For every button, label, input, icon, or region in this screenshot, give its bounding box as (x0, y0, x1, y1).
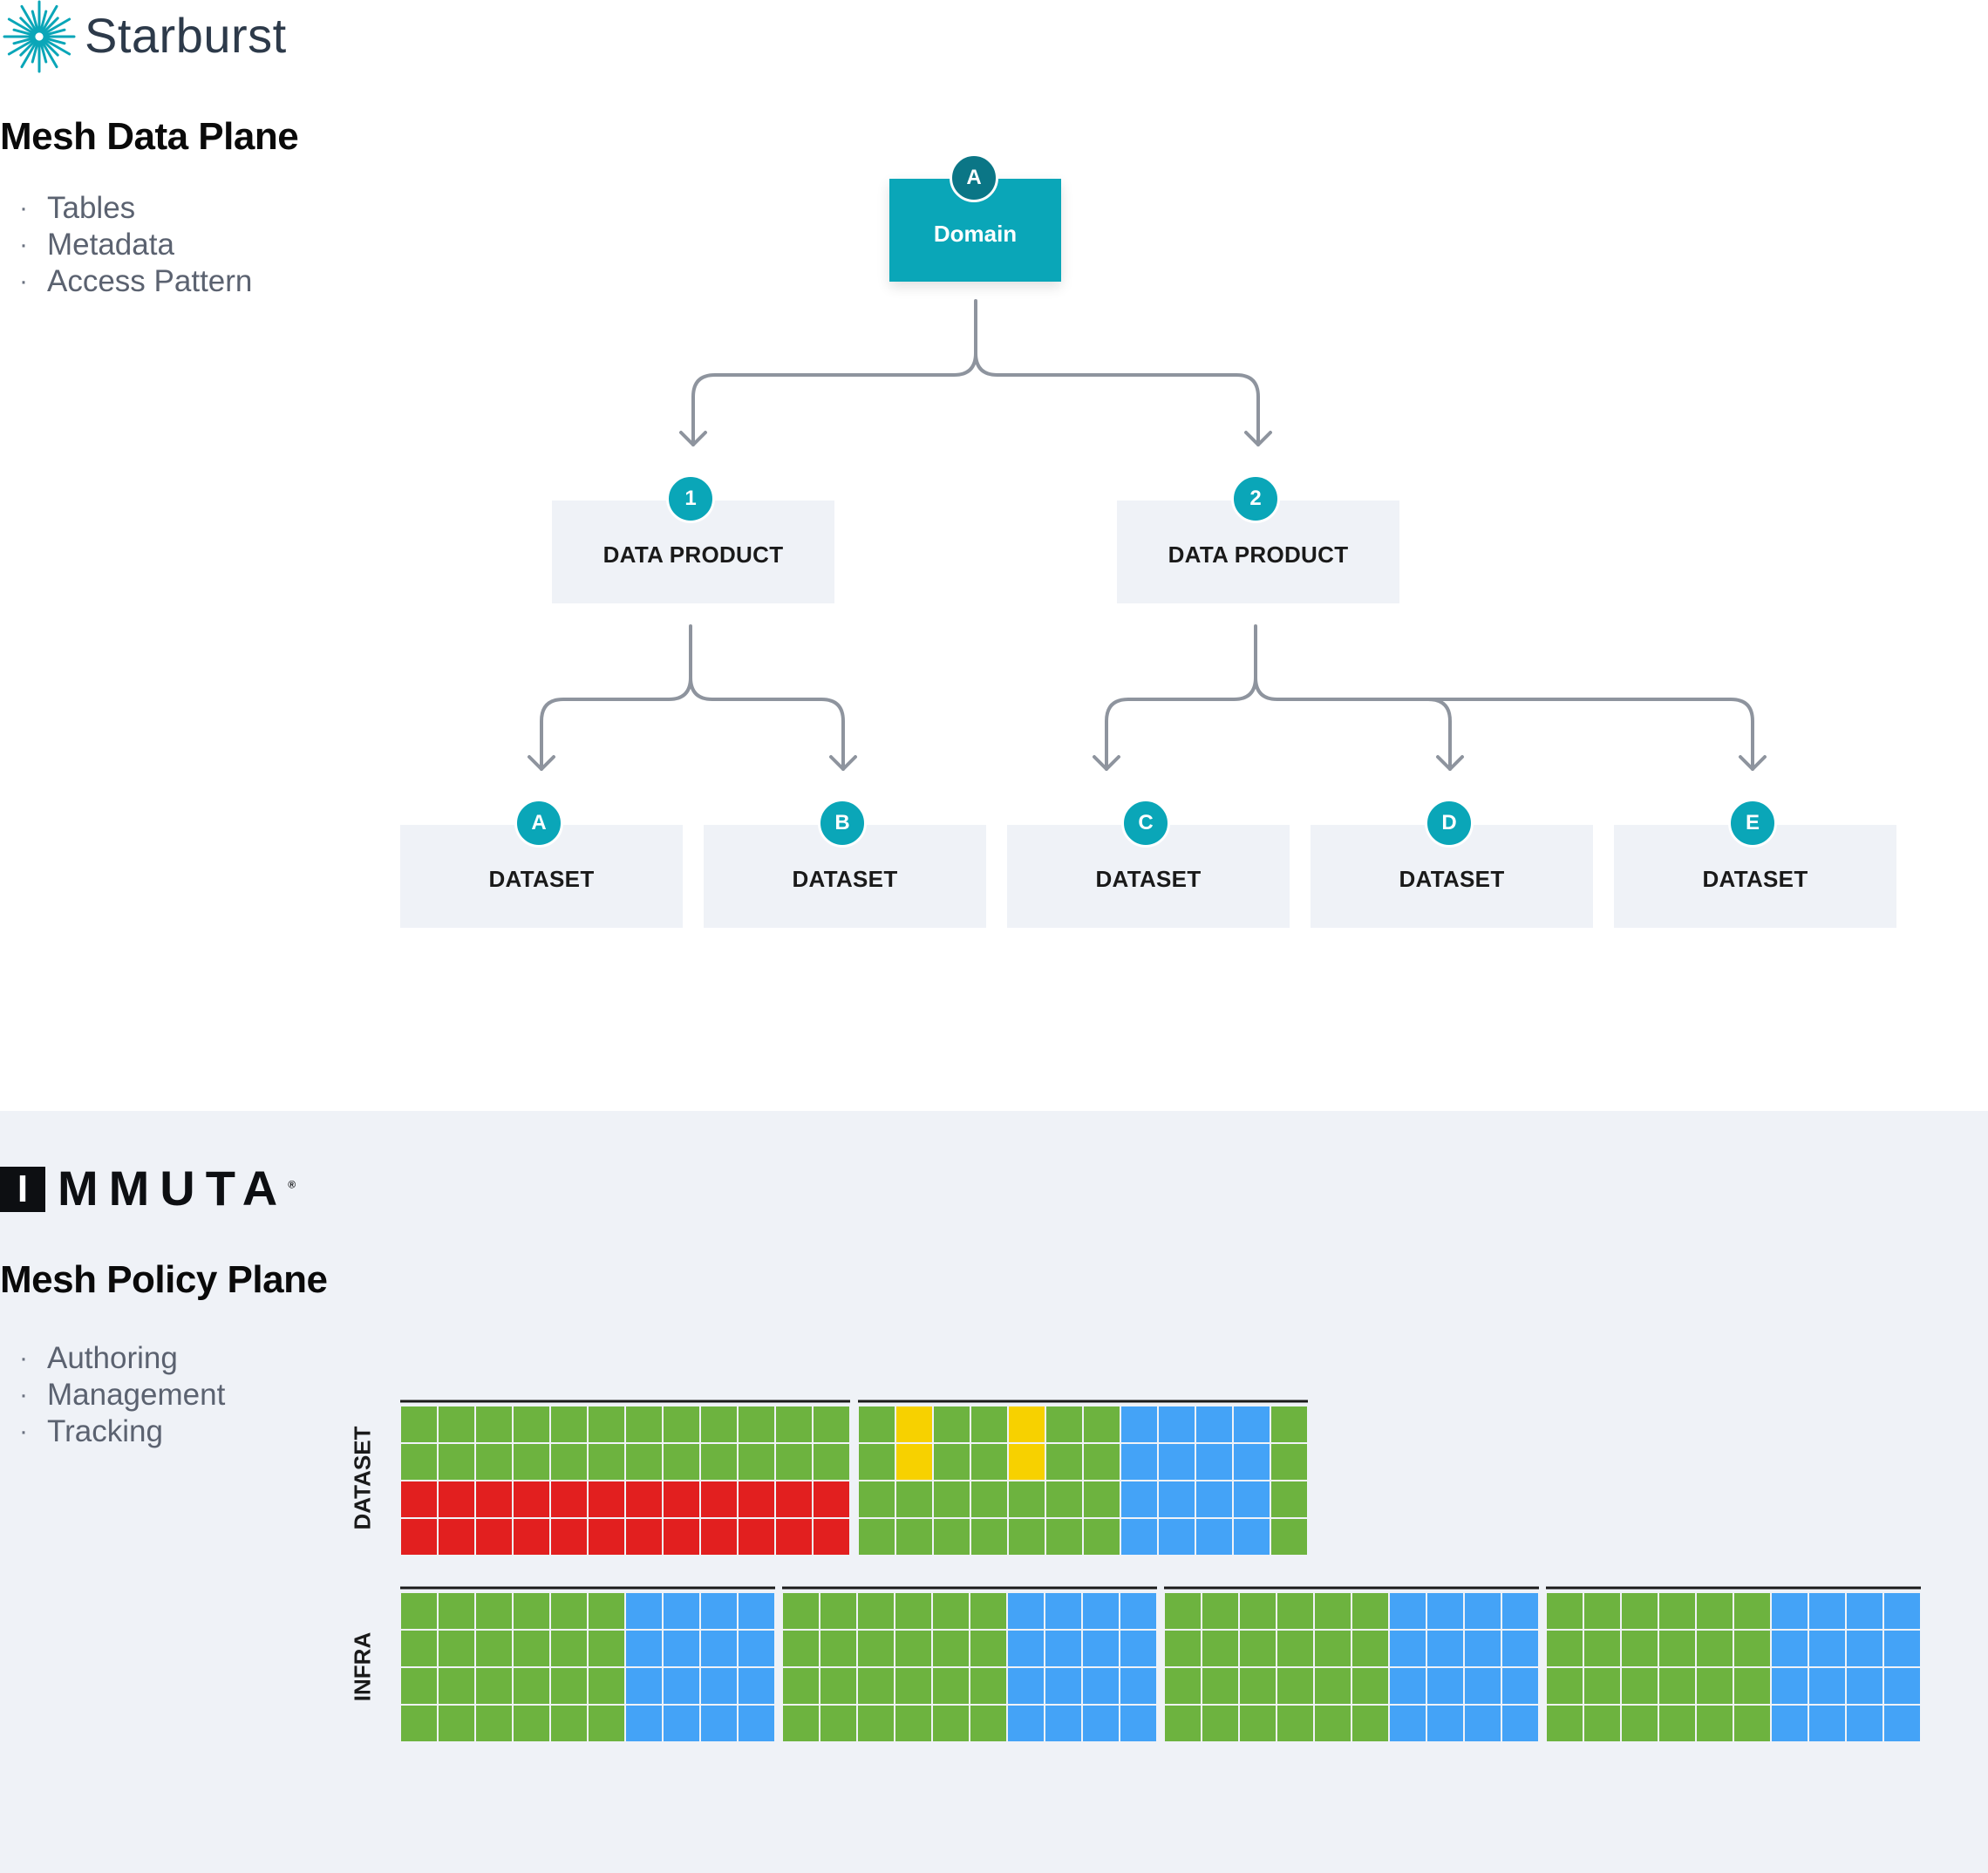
data-plane-bullets: · Tables · Metadata · Access Pattern (0, 190, 252, 300)
bullet-item: · Management (19, 1378, 226, 1412)
bullet-item: · Authoring (19, 1341, 178, 1375)
data-product-badge-1: 1 (666, 474, 715, 523)
data-product-badge-2: 2 (1231, 474, 1280, 523)
dataset-badge-e: E (1728, 799, 1777, 848)
dataset-badge-d: D (1425, 799, 1474, 848)
infra-row-label: INFRA (349, 1631, 376, 1702)
bullet-item: · Tables (19, 191, 136, 225)
bullet-item: · Metadata (19, 228, 174, 262)
dataset-row-label: DATASET (349, 1426, 376, 1530)
policy-plane-bullets: · Authoring · Management · Tracking (0, 1340, 225, 1450)
data-plane-title: Mesh Data Plane (0, 115, 299, 158)
bullet-item: · Access Pattern (19, 264, 253, 298)
dataset-badge-a: A (514, 799, 563, 848)
policy-plane-section (0, 1111, 1988, 1873)
domain-badge: A (950, 153, 998, 202)
starburst-wordmark: Starburst (85, 8, 287, 63)
immuta-logo-mark: I (0, 1167, 45, 1212)
immuta-mark-letter: I (17, 1168, 29, 1210)
bullet-item: · Tracking (19, 1414, 163, 1448)
registered-mark: ® (288, 1178, 296, 1191)
immuta-wordmark: MMUTA® (58, 1160, 296, 1216)
starburst-burst-icon (3, 0, 76, 73)
dataset-badge-c: C (1121, 799, 1170, 848)
dataset-badge-b: B (818, 799, 867, 848)
policy-plane-title: Mesh Policy Plane (0, 1258, 328, 1301)
immuta-name: MMUTA (58, 1161, 289, 1216)
